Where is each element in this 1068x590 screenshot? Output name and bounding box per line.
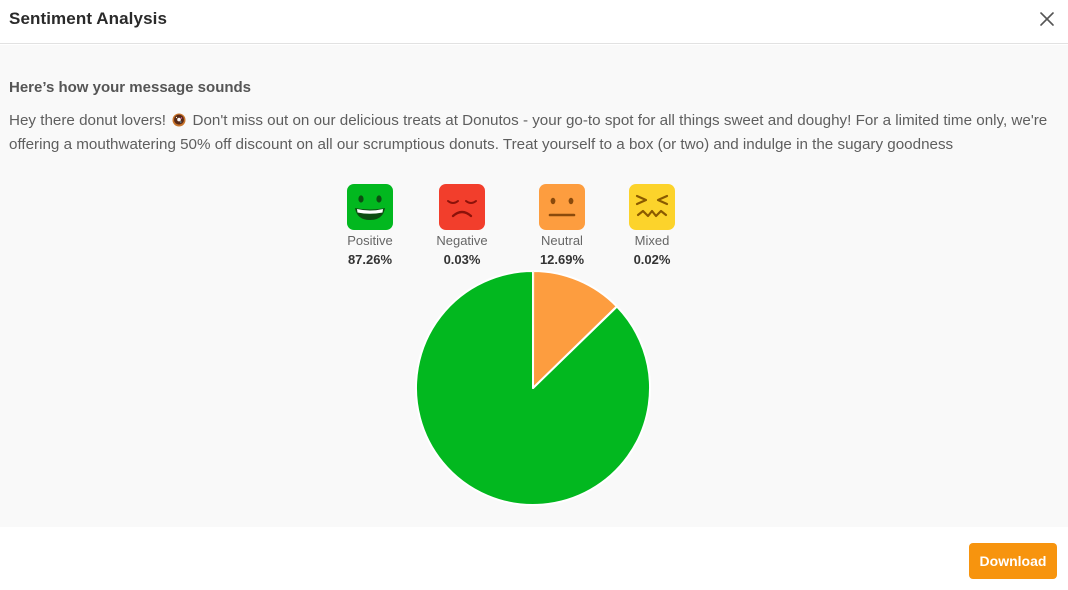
donut-icon bbox=[172, 113, 186, 127]
sentiment-value: 0.02% bbox=[633, 252, 671, 267]
grinning-face-icon bbox=[347, 184, 393, 230]
dialog-header: Sentiment Analysis bbox=[0, 0, 1068, 44]
sentiment-value: 0.03% bbox=[443, 252, 481, 267]
message-text-start: Hey there donut lovers! bbox=[9, 112, 167, 129]
sentiment-label: Negative bbox=[436, 233, 488, 248]
sentiment-label: Positive bbox=[347, 233, 393, 248]
sentiment-neutral: Neutral 12.69% bbox=[517, 184, 607, 267]
sentiment-mixed: Mixed 0.02% bbox=[607, 184, 697, 267]
dialog-body: Here’s how your message sounds Hey there… bbox=[0, 45, 1068, 527]
neutral-face-icon bbox=[539, 184, 585, 230]
sentiment-pie-chart bbox=[415, 270, 651, 506]
sentiment-positive: Positive 87.26% bbox=[325, 184, 415, 267]
dialog-title: Sentiment Analysis bbox=[9, 9, 167, 28]
frowning-face-icon bbox=[439, 184, 485, 230]
sentiment-value: 12.69% bbox=[539, 252, 585, 267]
section-subtitle: Here’s how your message sounds bbox=[9, 79, 252, 96]
sentiment-label: Mixed bbox=[634, 233, 670, 248]
sentiment-negative: Negative 0.03% bbox=[417, 184, 507, 267]
sentiment-value: 87.26% bbox=[347, 252, 393, 267]
dialog-footer: Download bbox=[0, 527, 1068, 590]
sentiment-label: Neutral bbox=[541, 233, 583, 248]
confounded-face-icon bbox=[629, 184, 675, 230]
download-button[interactable]: Download bbox=[969, 543, 1057, 579]
message-text: Hey there donut lovers! Don't miss out o… bbox=[9, 109, 1064, 157]
close-icon[interactable] bbox=[1036, 8, 1058, 30]
